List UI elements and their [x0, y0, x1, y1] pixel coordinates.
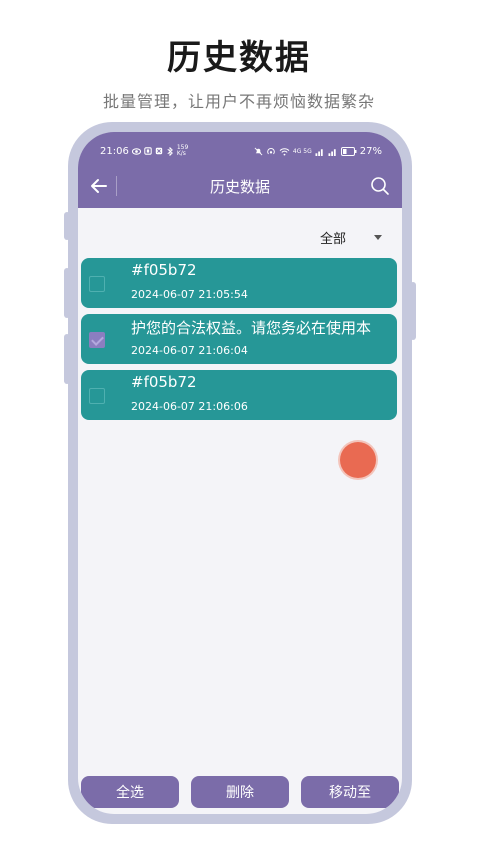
bluetooth-icon — [167, 146, 173, 156]
item-title: #f05b72 — [131, 373, 197, 391]
phone-frame: 21:06 159 K/s 4G 5G 27% 历史数据 全部 #f05b72 … — [64, 122, 416, 824]
phone-side-button — [64, 212, 70, 240]
back-button[interactable] — [86, 173, 112, 199]
app-badge-icon — [155, 147, 163, 155]
item-title: #f05b72 — [131, 261, 197, 279]
item-timestamp: 2024-06-07 21:06:06 — [131, 400, 248, 413]
select-all-button[interactable]: 全选 — [81, 776, 179, 808]
network-type: 4G 5G — [292, 147, 312, 155]
bottom-action-bar: 全选 删除 移动至 — [81, 776, 399, 808]
phone-screen: 21:06 159 K/s 4G 5G 27% 历史数据 全部 #f05b72 … — [78, 132, 402, 814]
wifi-icon — [279, 147, 290, 156]
battery-level: 27% — [359, 145, 382, 157]
promo-title: 历史数据 — [167, 38, 311, 78]
item-timestamp: 2024-06-07 21:06:04 — [131, 344, 248, 357]
phone-power-button — [410, 282, 416, 340]
move-to-button[interactable]: 移动至 — [301, 776, 399, 808]
eye-icon — [131, 147, 141, 155]
list-item[interactable]: #f05b72 2024-06-07 21:06:06 — [81, 370, 397, 420]
battery-icon — [340, 146, 357, 156]
delete-button[interactable]: 删除 — [191, 776, 289, 808]
signal-icon-2 — [328, 148, 336, 156]
signal-icon — [315, 148, 323, 156]
item-checkbox[interactable] — [89, 332, 105, 348]
filter-selected-value: 全部 — [319, 232, 346, 247]
promo-page: 历史数据 批量管理，让用户不再烦恼数据繁杂 21:06 159 K/s 4G 5… — [0, 0, 478, 850]
item-checkbox[interactable] — [89, 388, 105, 404]
app-bar: 历史数据 — [78, 164, 402, 208]
arrow-left-icon — [91, 179, 107, 193]
list-item[interactable]: 护您的合法权益。请您务必在使用本 2024-06-07 21:06:04 — [81, 314, 397, 364]
search-icon — [371, 177, 389, 195]
item-timestamp: 2024-06-07 21:05:54 — [131, 288, 248, 301]
hotspot-icon — [267, 147, 275, 154]
item-checkbox[interactable] — [89, 276, 105, 292]
status-bar: 21:06 159 K/s 4G 5G 27% — [78, 132, 402, 164]
list-item[interactable]: #f05b72 2024-06-07 21:05:54 — [81, 258, 397, 308]
phone-volume-up-button — [64, 268, 70, 318]
promo-subtitle: 批量管理，让用户不再烦恼数据繁杂 — [102, 92, 375, 111]
status-time: 21:06 — [100, 145, 129, 157]
app-bar-divider — [116, 176, 117, 196]
caret-down-icon — [374, 235, 382, 240]
phone-volume-down-button — [64, 334, 70, 384]
network-speed: 159 K/s — [176, 144, 189, 157]
history-list: #f05b72 2024-06-07 21:05:54 护您的合法权益。请您务必… — [81, 258, 397, 426]
floating-action-button[interactable] — [340, 442, 376, 478]
notification-icon — [144, 147, 152, 155]
search-button[interactable] — [368, 174, 392, 198]
category-filter-dropdown[interactable]: 全部 — [320, 228, 382, 247]
mute-bell-icon — [254, 147, 263, 155]
item-title: 护您的合法权益。请您务必在使用本 — [131, 319, 372, 337]
page-title: 历史数据 — [209, 177, 270, 196]
